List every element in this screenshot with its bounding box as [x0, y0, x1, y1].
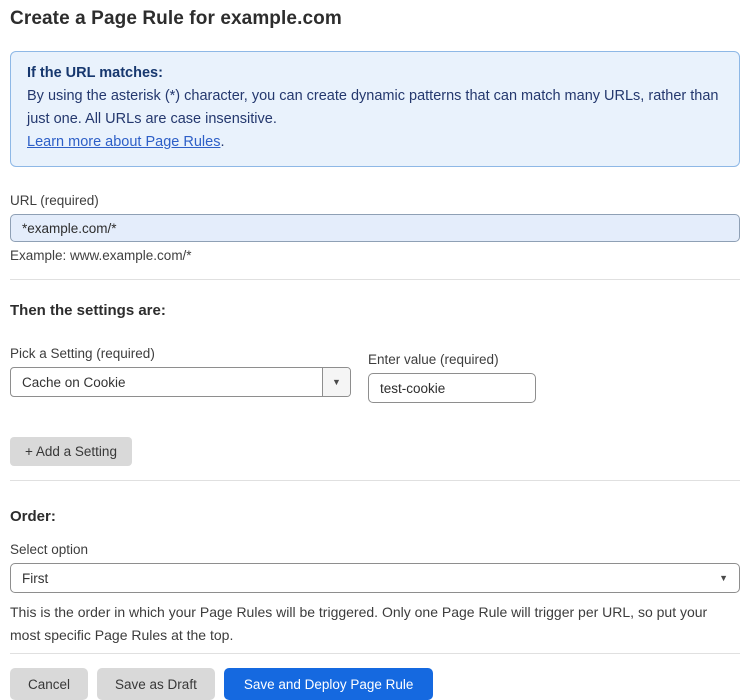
- divider: [10, 480, 740, 481]
- order-select-label: Select option: [10, 542, 89, 557]
- order-select-value: First: [22, 570, 49, 586]
- setting-picker-column: Pick a Setting (required) Cache on Cooki…: [10, 319, 351, 397]
- chevron-down-icon: ▼: [719, 572, 728, 583]
- info-box-body: By using the asterisk (*) character, you…: [27, 88, 719, 127]
- setting-picker-value: Cache on Cookie: [22, 374, 126, 390]
- url-field-hint: Example: www.example.com/*: [10, 248, 192, 263]
- learn-more-link[interactable]: Learn more about Page Rules: [27, 134, 220, 150]
- setting-value-column: Enter value (required): [368, 319, 536, 403]
- cancel-button[interactable]: Cancel: [10, 668, 89, 700]
- form-actions: Cancel Save as Draft Save and Deploy Pag…: [10, 668, 740, 700]
- chevron-down-icon: ▼: [332, 376, 341, 387]
- setting-picker-label: Pick a Setting (required): [10, 346, 155, 361]
- settings-row: Pick a Setting (required) Cache on Cooki…: [10, 319, 740, 403]
- order-section-heading: Order:: [10, 508, 56, 525]
- add-setting-button[interactable]: + Add a Setting: [10, 437, 132, 466]
- setting-picker-select[interactable]: Cache on Cookie ▼: [10, 367, 351, 397]
- setting-value-label: Enter value (required): [368, 352, 499, 367]
- order-description: This is the order in which your Page Rul…: [10, 604, 708, 643]
- save-as-draft-button[interactable]: Save as Draft: [97, 668, 215, 700]
- url-match-info-box: If the URL matches: By using the asteris…: [10, 51, 740, 167]
- order-select[interactable]: First ▼: [10, 563, 740, 593]
- divider: [10, 653, 740, 654]
- page-title: Create a Page Rule for example.com: [10, 8, 342, 29]
- save-and-deploy-button[interactable]: Save and Deploy Page Rule: [223, 668, 434, 700]
- divider: [10, 279, 740, 280]
- setting-picker-arrow-button[interactable]: ▼: [322, 368, 350, 396]
- link-suffix: .: [220, 134, 225, 150]
- setting-value-input[interactable]: [368, 373, 536, 403]
- info-box-link-line: Learn more about Page Rules.: [27, 131, 723, 154]
- url-field-label: URL (required): [10, 193, 99, 208]
- url-input[interactable]: [10, 214, 740, 242]
- settings-section-heading: Then the settings are:: [10, 302, 166, 319]
- info-box-heading: If the URL matches:: [27, 65, 163, 81]
